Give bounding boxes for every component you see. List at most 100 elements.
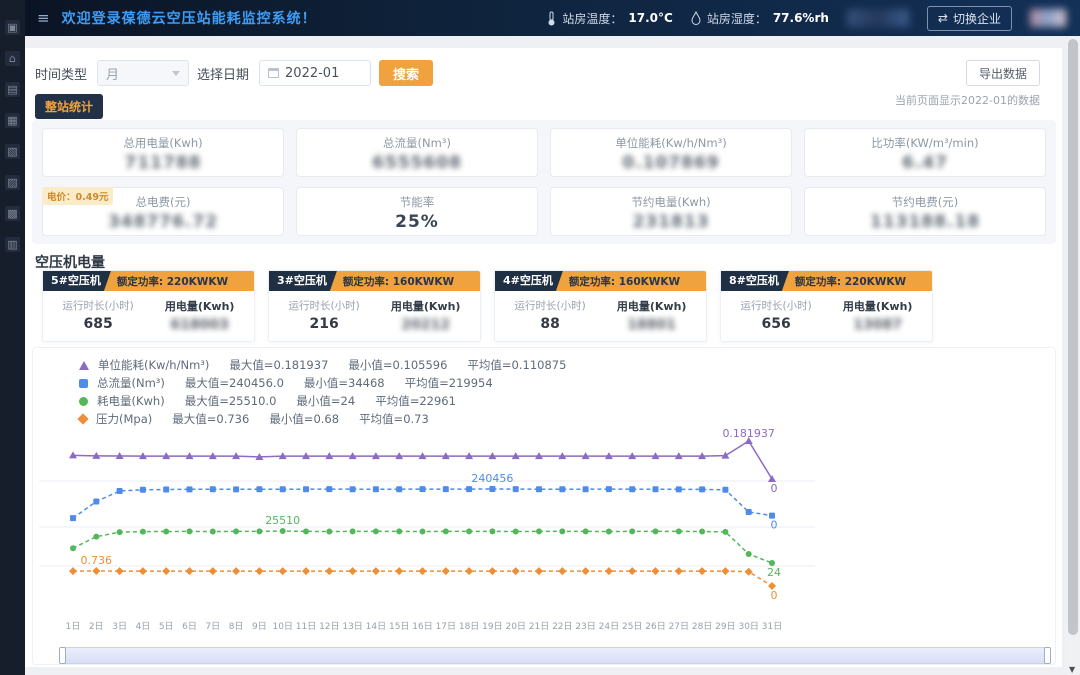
time-type-select[interactable]: 月 [97, 60, 189, 86]
legend-unit-energy[interactable]: 单位能耗(Kw/h/Nm³) 最大值=0.181937 最小值=0.105596… [79, 356, 566, 374]
circle-marker-icon [79, 397, 88, 406]
sidebar-settings-icon[interactable]: ▩ [5, 206, 20, 221]
export-data-button[interactable]: 导出数据 [966, 60, 1040, 86]
legend-label: 单位能耗(Kw/h/Nm³) [98, 357, 209, 373]
svg-text:7日: 7日 [205, 621, 220, 632]
run-hours-value: 216 [289, 316, 360, 332]
svg-text:16日: 16日 [412, 621, 432, 632]
stat-value: 25% [297, 212, 537, 232]
legend-avg: 平均值=0.73 [359, 411, 429, 427]
switch-company-label: 切换企业 [953, 10, 1001, 27]
stat-card-saved-power: 节约电量(Kwh) 231813 [550, 187, 792, 236]
svg-text:4日: 4日 [136, 621, 151, 632]
stat-card-unit-energy: 单位能耗(Kw/h/Nm³) 0.107869 [550, 128, 792, 177]
sidebar-alarm-icon[interactable]: ▨ [5, 175, 20, 190]
power-used-label: 用电量(Kwh) [391, 298, 461, 314]
search-button[interactable]: 搜索 [379, 60, 433, 86]
filter-row: 时间类型 月 选择日期 2022-01 搜索 [35, 60, 433, 86]
svg-text:14日: 14日 [366, 621, 386, 632]
stat-title: 节能率 [297, 194, 537, 210]
legend-pressure[interactable]: 压力(Mpa) 最大值=0.736 最小值=0.68 平均值=0.73 [79, 410, 566, 428]
svg-text:31日: 31日 [762, 621, 782, 632]
rated-power-label: 额定功率: 220KWKW [117, 274, 228, 289]
menu-toggle-icon[interactable]: ≡ [37, 9, 50, 27]
power-used-label: 用电量(Kwh) [843, 298, 913, 314]
stat-card-total-power: 总用电量(Kwh) 711788 [42, 128, 284, 177]
svg-text:24日: 24日 [599, 621, 619, 632]
legend-max: 最大值=240456.0 [185, 375, 284, 391]
legend-label: 总流量(Nm³) [97, 375, 165, 391]
line-chart[interactable]: 0.1819370240456025510240.73601日2日3日4日5日6… [33, 433, 1057, 638]
svg-text:30日: 30日 [738, 621, 758, 632]
rated-power-label: 额定功率: 220KWKW [795, 274, 906, 289]
run-hours-label: 运行时长(小时) [515, 298, 586, 313]
switch-company-button[interactable]: ⇄ 切换企业 [927, 6, 1012, 31]
legend-max: 最大值=0.736 [172, 411, 249, 427]
svg-text:240456: 240456 [471, 472, 513, 485]
legend-power-consumed[interactable]: 耗电量(Kwh) 最大值=25510.0 最小值=24 平均值=22961 [79, 392, 566, 410]
legend-label: 压力(Mpa) [96, 411, 152, 427]
station-humidity-value: 77.6%rh [773, 11, 829, 25]
date-input[interactable]: 2022-01 [259, 60, 371, 86]
scrollbar-thumb[interactable] [1068, 39, 1078, 635]
station-stats-tab[interactable]: 整站统计 [35, 94, 103, 119]
chart-panel: 单位能耗(Kw/h/Nm³) 最大值=0.181937 最小值=0.105596… [32, 347, 1056, 665]
sidebar-home-icon[interactable]: ⌂ [5, 51, 20, 66]
svg-text:0: 0 [771, 589, 778, 602]
sidebar-energy-icon[interactable]: ▦ [5, 113, 20, 128]
power-used-value-redacted: 20212 [391, 317, 461, 333]
page-data-note: 当前页面显示2022-01的数据 [895, 92, 1040, 108]
sidebar-report-icon[interactable]: ▤ [5, 82, 20, 97]
stat-title: 单位能耗(Kw/h/Nm³) [551, 135, 791, 151]
svg-text:0.181937: 0.181937 [722, 427, 775, 440]
stat-title: 比功率(KW/m³/min) [805, 135, 1045, 151]
stat-title: 节约电量(Kwh) [551, 194, 791, 210]
station-temp-label: 站房温度： [562, 10, 622, 27]
legend-avg: 平均值=0.110875 [467, 357, 566, 373]
svg-text:28日: 28日 [692, 621, 712, 632]
stat-value-redacted: 6555608 [297, 153, 537, 173]
compressor-card-3: 3#空压机 额定功率: 160KWKW 运行时长(小时) 216 用电量(Kwh… [268, 270, 481, 342]
datazoom-left-handle[interactable] [59, 647, 66, 664]
station-humidity: 站房湿度： 77.6%rh [691, 10, 829, 27]
compressor-card-header: 3#空压机 额定功率: 160KWKW [269, 271, 480, 291]
compressor-name-tag: 4#空压机 [495, 271, 563, 291]
compressor-name-tag: 3#空压机 [269, 271, 337, 291]
stat-title: 总流量(Nm³) [297, 135, 537, 151]
legend-min: 最小值=24 [296, 393, 355, 409]
legend-total-flow[interactable]: 总流量(Nm³) 最大值=240456.0 最小值=34468 平均值=2199… [79, 374, 566, 392]
svg-text:9日: 9日 [252, 621, 267, 632]
compressor-card-4: 4#空压机 额定功率: 160KWKW 运行时长(小时) 88 用电量(Kwh)… [494, 270, 707, 342]
compressor-card-header: 5#空压机 额定功率: 220KWKW [43, 271, 254, 291]
svg-text:17日: 17日 [436, 621, 456, 632]
svg-text:21日: 21日 [529, 621, 549, 632]
svg-text:27日: 27日 [669, 621, 689, 632]
sidebar-monitor-icon[interactable]: ▣ [5, 20, 20, 35]
scrollbar-down-arrow[interactable]: ▼ [1069, 665, 1075, 674]
svg-text:10日: 10日 [272, 621, 292, 632]
compressor-cards-row: 5#空压机 额定功率: 220KWKW 运行时长(小时) 685 用电量(Kwh… [42, 270, 933, 342]
sidebar-device-icon[interactable]: ▧ [5, 144, 20, 159]
svg-text:19日: 19日 [482, 621, 502, 632]
diamond-marker-icon [77, 413, 88, 424]
datazoom-right-handle[interactable] [1044, 647, 1051, 664]
chart-legend: 单位能耗(Kw/h/Nm³) 最大值=0.181937 最小值=0.105596… [79, 356, 566, 428]
square-marker-icon [79, 379, 88, 388]
stat-title: 节约电费(元) [805, 194, 1045, 210]
svg-text:1日: 1日 [66, 621, 81, 632]
datazoom-slider[interactable] [61, 647, 1049, 664]
stat-card-total-flow: 总流量(Nm³) 6555608 [296, 128, 538, 177]
svg-text:18日: 18日 [459, 621, 479, 632]
power-used-label: 用电量(Kwh) [617, 298, 687, 314]
vertical-scrollbar: ▼ [1066, 36, 1080, 675]
electricity-price-badge: 电价：0.49元 [42, 187, 113, 205]
svg-text:25510: 25510 [265, 514, 300, 527]
sidebar-user-icon[interactable]: ▥ [5, 237, 20, 252]
compressor-card-header: 4#空压机 额定功率: 160KWKW [495, 271, 706, 291]
chevron-down-icon [172, 71, 180, 76]
stat-card-specific-power: 比功率(KW/m³/min) 6.47 [804, 128, 1046, 177]
thermometer-icon [547, 11, 556, 26]
svg-text:11日: 11日 [296, 621, 316, 632]
run-hours-value: 685 [63, 316, 134, 332]
svg-text:2日: 2日 [89, 621, 104, 632]
